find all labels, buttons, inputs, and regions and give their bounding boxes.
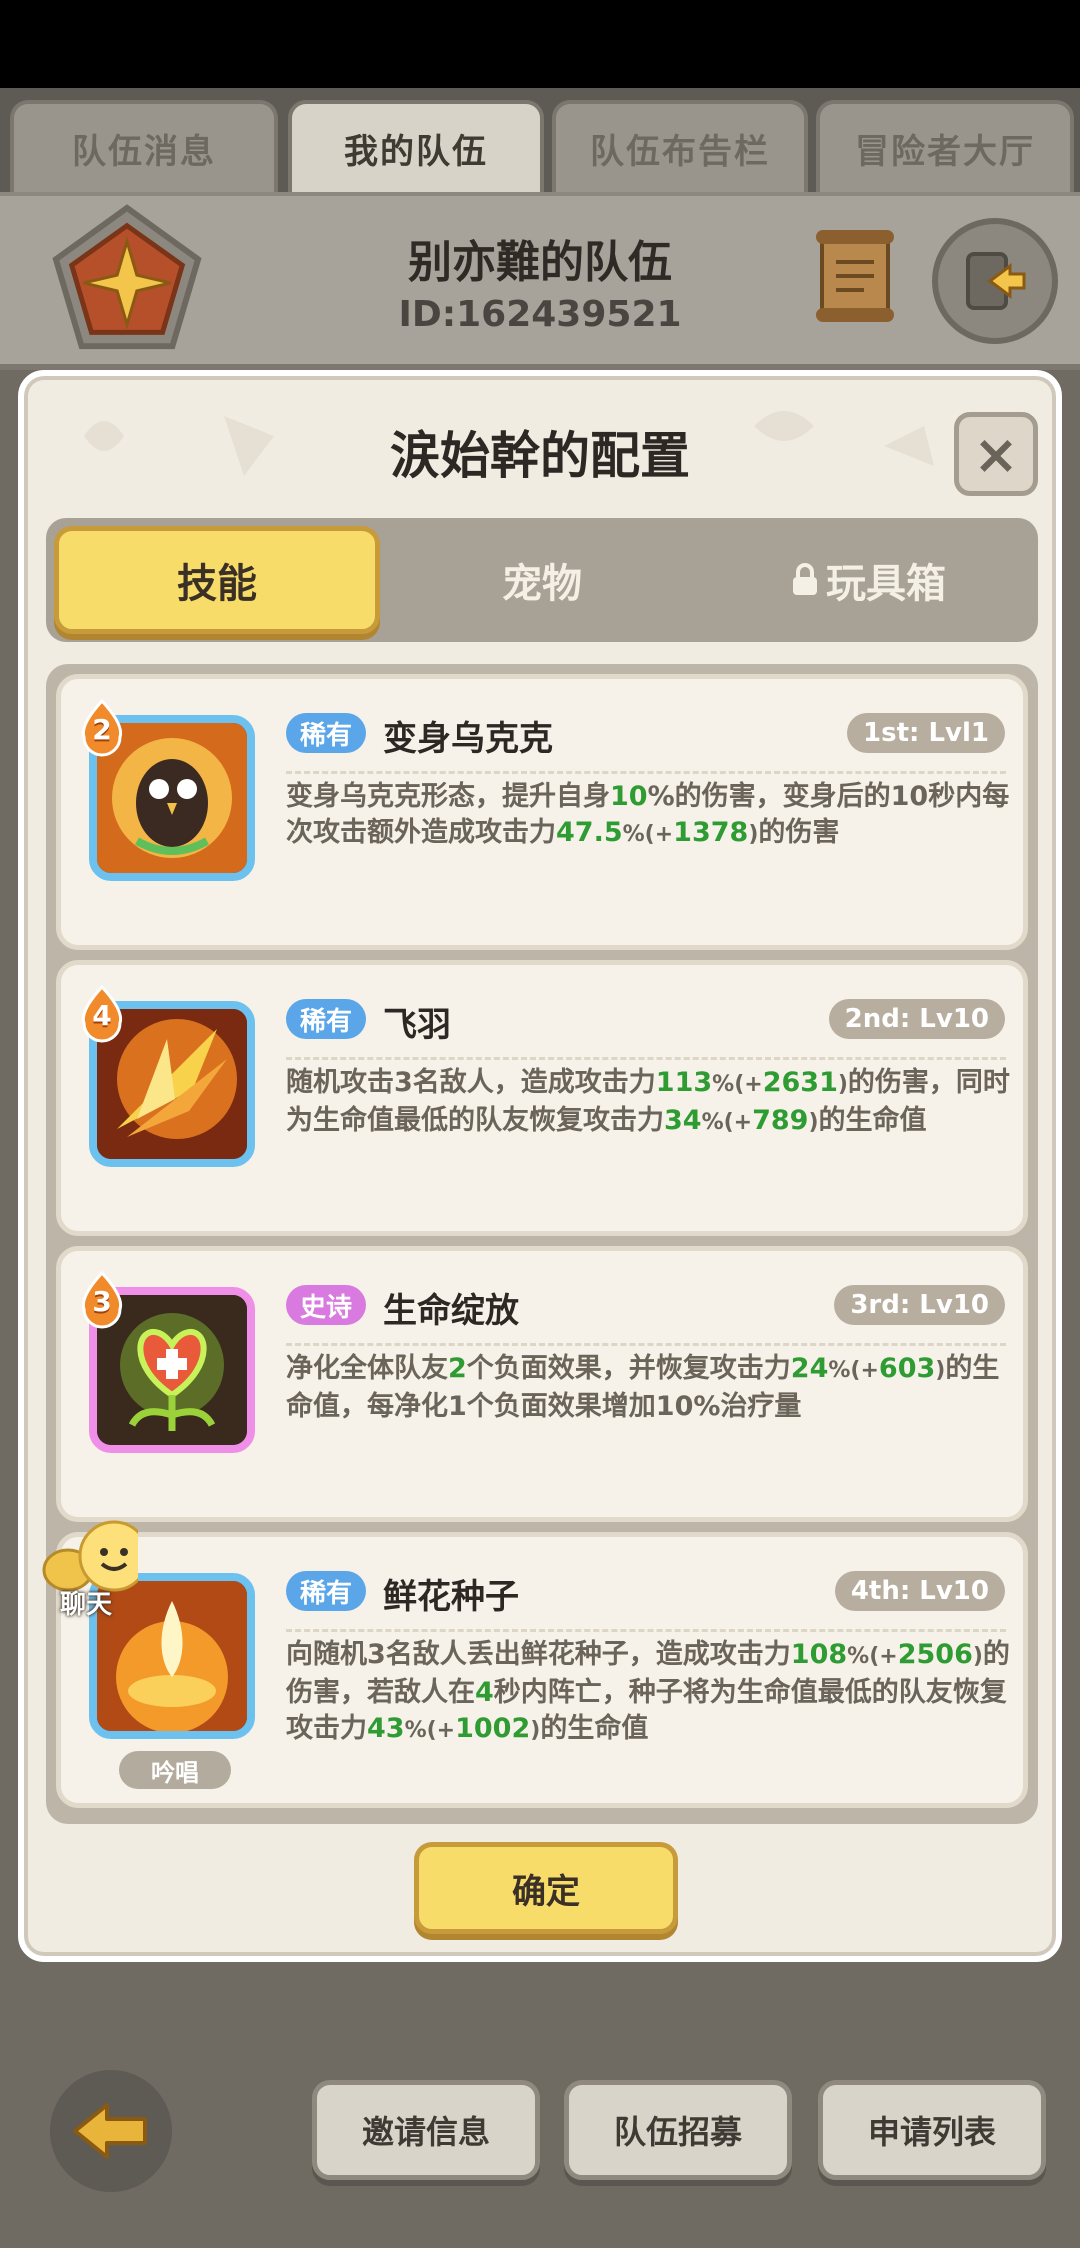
desc-text: 变身乌克克形态，提升自身 (286, 781, 610, 812)
divider (286, 1343, 1006, 1346)
skill-name: 变身乌克克 (383, 719, 553, 759)
value-highlight: 2631 (762, 1067, 838, 1098)
status-bar (0, 0, 1080, 88)
team-id: ID:162439521 (398, 294, 682, 335)
exit-button[interactable] (932, 218, 1058, 344)
rarity-badge: 史诗 (286, 1285, 367, 1325)
value-highlight: 1002 (455, 1713, 531, 1744)
skill-description: 变身乌克克形态，提升自身10%的伤害，变身后的10秒内每次攻击额外造成攻击力47… (286, 779, 1016, 853)
application-list-button[interactable]: 申请列表 (818, 2080, 1046, 2180)
skill-list: 2 稀有 变身乌克克 1st: Lvl1 变身乌克克形态，提升自身10%的伤害，… (46, 664, 1038, 1824)
tab-adventurer-hall[interactable]: 冒险者大厅 (816, 100, 1074, 192)
value-highlight: 4 (475, 1677, 494, 1708)
confirm-button[interactable]: 确定 (414, 1842, 678, 1934)
value-highlight: 2 (448, 1353, 467, 1384)
skill-card-3[interactable]: 3 史诗 生命绽放 3rd: Lv10 净化全体队友2个负面效果，并恢复攻击力2… (56, 1246, 1028, 1522)
divider (286, 1629, 1006, 1632)
tab-team-bulletin[interactable]: 队伍布告栏 (552, 100, 808, 192)
chant-tag: 吟唱 (119, 1751, 231, 1789)
skill-description: 随机攻击3名敌人，造成攻击力113%(+2631)的伤害，同时为生命值最低的队友… (286, 1065, 1016, 1141)
rarity-badge: 稀有 (286, 713, 367, 753)
desc-text: 的生命值 (818, 1105, 927, 1136)
desc-text: %(+ (622, 822, 674, 847)
lock-icon (793, 563, 817, 595)
skill-card-4[interactable]: 稀有 鲜花种子 4th: Lv10 向随机3名敌人丢出鲜花种子，造成攻击力108… (56, 1532, 1028, 1808)
desc-text: %(+ (701, 1110, 753, 1135)
tab-toybox[interactable]: 玩具箱 (706, 526, 1030, 634)
top-tab-bar: 队伍消息 我的队伍 队伍布告栏 冒险者大厅 (0, 88, 1080, 192)
back-arrow-icon (73, 2103, 147, 2159)
desc-text: 净化全体队友 (286, 1353, 448, 1384)
desc-text: %(+ (847, 1644, 898, 1669)
skill-card-2[interactable]: 4 稀有 飞羽 2nd: Lv10 随机攻击3名敌人，造成攻击力113%(+26… (56, 960, 1028, 1236)
desc-text: ) (808, 1110, 819, 1135)
close-button[interactable]: × (954, 412, 1038, 496)
slot-level-badge: 3rd: Lv10 (834, 1285, 1005, 1325)
desc-text: 的生命值 (540, 1713, 649, 1744)
value-highlight: 47.5 (556, 817, 623, 848)
team-name: 别亦難的队伍 (408, 237, 672, 288)
skill-name: 鲜花种子 (383, 1577, 519, 1617)
tab-pets[interactable]: 宠物 (382, 526, 702, 634)
tab-team-messages[interactable]: 队伍消息 (10, 100, 278, 192)
skill-description: 净化全体队友2个负面效果，并恢复攻击力24%(+603)的生命值，每净化1个负面… (286, 1351, 1016, 1425)
modal-title: 涙始幹的配置 (390, 427, 690, 485)
tab-skills[interactable]: 技能 (54, 526, 380, 634)
skill-card-1[interactable]: 2 稀有 变身乌克克 1st: Lvl1 变身乌克克形态，提升自身10%的伤害，… (56, 674, 1028, 950)
desc-text: ) (935, 1358, 946, 1383)
value-highlight: 10 (610, 781, 648, 812)
config-modal: 涙始幹的配置 × 技能 宠物 玩具箱 2 稀有 变身乌克克 1st: Lvl1 … (18, 370, 1062, 1962)
value-highlight: 113 (655, 1067, 713, 1098)
value-highlight: 603 (878, 1353, 936, 1384)
skill-name: 生命绽放 (383, 1291, 519, 1331)
divider (286, 1057, 1006, 1060)
value-highlight: 1378 (673, 817, 749, 848)
rank-number: 4 (92, 999, 112, 1032)
chat-label[interactable]: 聊天 (60, 1584, 112, 1621)
tab-toybox-label: 玩具箱 (826, 561, 946, 607)
desc-text: %(+ (828, 1358, 879, 1383)
value-highlight: 34 (664, 1105, 702, 1136)
desc-text: 随机攻击3名敌人，造成攻击力 (286, 1067, 656, 1098)
back-button[interactable] (50, 2070, 172, 2192)
slot-level-badge: 1st: Lvl1 (847, 713, 1005, 753)
skill-description: 向随机3名敌人丢出鲜花种子，造成攻击力108%(+2506)的伤害，若敌人在4秒… (286, 1637, 1016, 1749)
value-highlight: 2506 (897, 1639, 973, 1670)
value-highlight: 24 (790, 1353, 829, 1384)
slot-level-badge: 4th: Lv10 (834, 1571, 1005, 1611)
value-highlight: 108 (790, 1639, 848, 1670)
slot-level-badge: 2nd: Lv10 (828, 999, 1005, 1039)
rank-number: 2 (92, 713, 112, 746)
close-icon: × (973, 422, 1019, 486)
desc-text: ) (972, 1644, 983, 1669)
desc-text: 向随机3名敌人丢出鲜花种子，造成攻击力 (286, 1639, 791, 1670)
rarity-badge: 稀有 (286, 1571, 367, 1611)
desc-text: ) (748, 822, 759, 847)
invite-info-button[interactable]: 邀请信息 (312, 2080, 540, 2180)
value-highlight: 789 (752, 1105, 809, 1136)
rank-number: 3 (92, 1285, 112, 1318)
team-header: 别亦難的队伍 ID:162439521 (0, 192, 1080, 370)
desc-text: %(+ (404, 1718, 456, 1743)
team-recruit-button[interactable]: 队伍招募 (564, 2080, 792, 2180)
desc-text: ) (837, 1072, 848, 1097)
skill-name: 飞羽 (383, 1005, 451, 1045)
exit-icon (966, 252, 1026, 310)
value-highlight: 43 (367, 1713, 405, 1744)
scroll-icon[interactable] (812, 226, 898, 326)
divider (286, 771, 1006, 774)
desc-text: 个负面效果，并恢复攻击力 (466, 1353, 791, 1384)
desc-text: %(+ (712, 1072, 763, 1097)
desc-text: ) (530, 1718, 541, 1743)
rarity-badge: 稀有 (286, 999, 367, 1039)
config-tab-bar: 技能 宠物 玩具箱 (46, 518, 1038, 642)
desc-text: 的伤害 (758, 817, 840, 848)
tab-my-team[interactable]: 我的队伍 (288, 100, 544, 192)
